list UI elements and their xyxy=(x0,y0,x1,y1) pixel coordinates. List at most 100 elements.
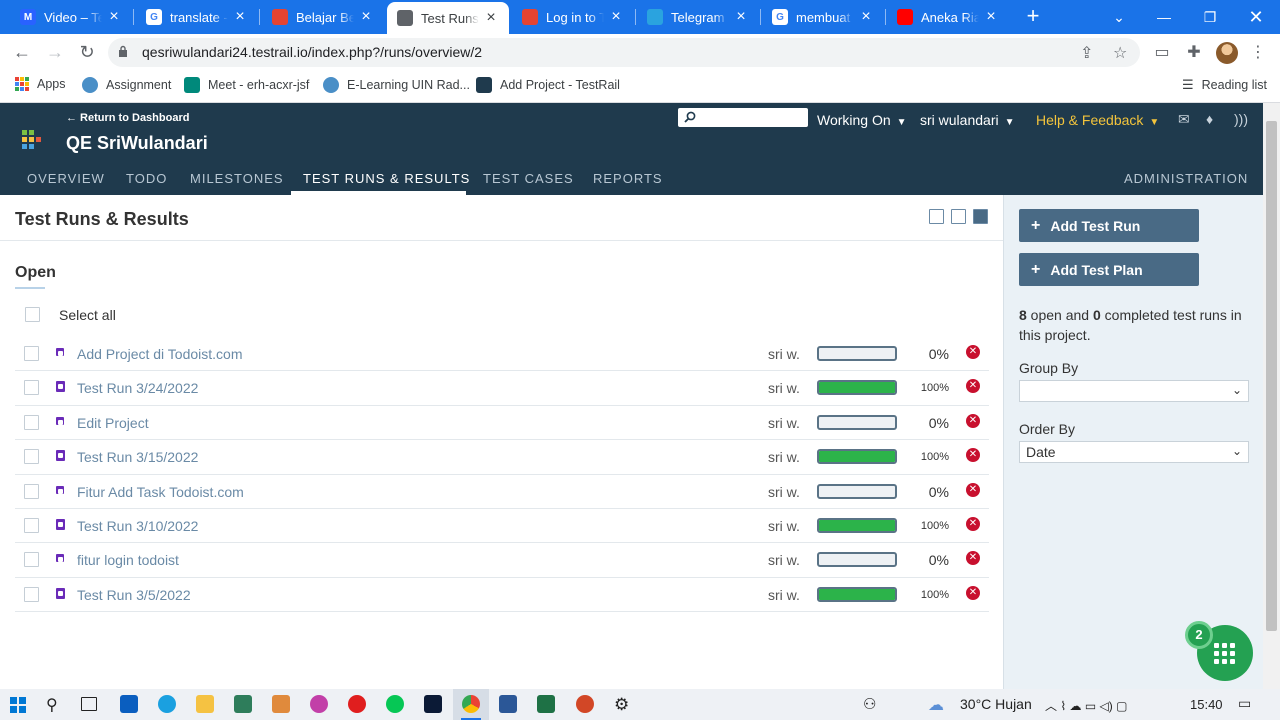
excel-icon[interactable] xyxy=(537,695,555,713)
browser-tab[interactable]: Gmembuat null× xyxy=(762,0,884,34)
tab-overview[interactable]: OVERVIEW xyxy=(27,171,105,186)
notifications-icon[interactable]: ▭ xyxy=(1238,695,1256,713)
browser-tab[interactable]: Log in to Todoist× xyxy=(512,0,634,34)
compact-view-icon[interactable] xyxy=(929,209,944,224)
add-test-run-button[interactable]: + Add Test Run xyxy=(1019,209,1199,242)
new-tab-button[interactable]: + xyxy=(1021,5,1045,29)
bookmark-testrail[interactable]: Add Project - TestRail xyxy=(476,77,620,93)
row-checkbox[interactable] xyxy=(24,346,39,361)
people-icon[interactable]: ⚇ xyxy=(863,695,881,713)
bookmark-assignment[interactable]: Assignment xyxy=(82,77,171,93)
scrollbar-thumb[interactable] xyxy=(1266,121,1277,631)
bookmark-elearning[interactable]: E-Learning UIN Rad... xyxy=(323,77,470,93)
settings-gear-icon[interactable]: ⚙ xyxy=(614,695,632,714)
word-icon[interactable] xyxy=(499,695,517,713)
help-feedback-menu[interactable]: Help & Feedback ▼ xyxy=(1036,112,1159,128)
test-run-name-link[interactable]: Test Run 3/10/2022 xyxy=(77,518,198,534)
reading-list[interactable]: ☰ Reading list xyxy=(1182,77,1267,93)
user-menu[interactable]: sri wulandari ▼ xyxy=(920,112,1015,128)
test-run-name-link[interactable]: Edit Project xyxy=(77,415,149,431)
line-icon[interactable] xyxy=(386,695,404,713)
close-tab-icon[interactable]: × xyxy=(483,9,499,27)
delete-icon[interactable]: ✕ xyxy=(966,516,980,531)
close-window-button[interactable]: ✕ xyxy=(1233,0,1279,34)
close-tab-icon[interactable]: × xyxy=(106,8,122,26)
puzzle-icon[interactable]: ✚ xyxy=(1184,42,1204,62)
search-icon[interactable]: ⚲ xyxy=(46,695,64,714)
opera-icon[interactable] xyxy=(348,695,366,713)
test-run-name-link[interactable]: Test Run 3/24/2022 xyxy=(77,380,198,396)
url-text[interactable]: qesriwulandari24.testrail.io/index.php?/… xyxy=(142,44,482,60)
add-test-plan-button[interactable]: + Add Test Plan xyxy=(1019,253,1199,286)
row-checkbox[interactable] xyxy=(24,449,39,465)
weather-text[interactable]: 30°C Hujan xyxy=(960,696,1032,712)
test-run-name-link[interactable]: fitur login todoist xyxy=(77,552,179,568)
test-run-name-link[interactable]: Test Run 3/5/2022 xyxy=(77,587,191,603)
browser-tab[interactable]: Telegram × xyxy=(637,0,759,34)
mail-icon[interactable]: ✉ xyxy=(1178,111,1196,127)
share-icon[interactable]: ⇪ xyxy=(1080,43,1093,63)
app-icon[interactable] xyxy=(234,695,252,713)
tab-test-runs-results[interactable]: TEST RUNS & RESULTS xyxy=(303,171,470,186)
close-tab-icon[interactable]: × xyxy=(232,8,248,26)
delete-icon[interactable]: ✕ xyxy=(966,585,980,600)
tab-search-icon[interactable]: ⌄ xyxy=(1096,0,1142,34)
browser-tab[interactable]: Aneka Riasan× xyxy=(887,0,1009,34)
close-tab-icon[interactable]: × xyxy=(983,8,999,26)
profile-avatar[interactable] xyxy=(1216,42,1238,64)
extension-icon[interactable]: ▭ xyxy=(1152,42,1172,62)
details-view-icon[interactable] xyxy=(951,209,966,224)
working-on-menu[interactable]: Working On ▼ xyxy=(817,112,907,128)
file-explorer-icon[interactable] xyxy=(196,695,214,713)
rss-icon[interactable]: ))) xyxy=(1234,111,1252,127)
close-tab-icon[interactable]: × xyxy=(733,8,749,26)
system-tray-icons[interactable]: ︿ ⌇ ☁ ▭ ◁) ▢ xyxy=(1045,697,1127,714)
bookmark-star-icon[interactable]: ☆ xyxy=(1113,43,1127,63)
test-run-name-link[interactable]: Test Run 3/15/2022 xyxy=(77,449,198,465)
chrome-icon[interactable] xyxy=(462,695,480,713)
mail-app-icon[interactable] xyxy=(120,695,138,713)
minimize-button[interactable]: — xyxy=(1141,0,1187,34)
row-checkbox[interactable] xyxy=(24,517,39,533)
delete-icon[interactable]: ✕ xyxy=(966,413,980,428)
select-all-checkbox[interactable] xyxy=(25,307,40,322)
delete-icon[interactable]: ✕ xyxy=(966,448,980,463)
page-scrollbar[interactable] xyxy=(1263,103,1280,689)
tab-test-cases[interactable]: TEST CASES xyxy=(483,171,574,186)
tab-todo[interactable]: TODO xyxy=(126,171,167,186)
tab-administration[interactable]: ADMINISTRATION xyxy=(1124,171,1248,186)
row-checkbox[interactable] xyxy=(24,586,39,602)
edge-icon[interactable] xyxy=(158,695,176,713)
browser-tab[interactable]: Gtranslate - Penelusuran× xyxy=(136,0,258,34)
restore-button[interactable]: ❐ xyxy=(1187,0,1233,34)
browser-tab[interactable]: M Video – Test× xyxy=(10,0,132,34)
app-icon[interactable] xyxy=(272,695,290,713)
close-tab-icon[interactable]: × xyxy=(358,8,374,26)
row-checkbox[interactable] xyxy=(24,414,39,430)
delete-icon[interactable]: ✕ xyxy=(966,551,980,566)
row-checkbox[interactable] xyxy=(24,483,39,499)
tab-milestones[interactable]: MILESTONES xyxy=(190,171,284,186)
back-icon[interactable]: ← xyxy=(10,41,34,65)
delete-icon[interactable]: ✕ xyxy=(966,482,980,497)
close-tab-icon[interactable]: × xyxy=(608,8,624,26)
delete-icon[interactable]: ✕ xyxy=(966,379,980,394)
row-checkbox[interactable] xyxy=(24,380,39,396)
bookmark-meet[interactable]: Meet - erh-acxr-jsf xyxy=(184,77,309,93)
test-run-name-link[interactable]: Add Project di Todoist.com xyxy=(77,346,243,362)
powerpoint-icon[interactable] xyxy=(576,695,594,713)
row-checkbox[interactable] xyxy=(24,552,39,568)
testrail-logo-icon[interactable] xyxy=(22,130,42,152)
group-by-select[interactable]: ⌄ xyxy=(1019,380,1249,402)
photoshop-icon[interactable] xyxy=(424,695,442,713)
menu-dots-icon[interactable]: ⋮ xyxy=(1248,42,1268,62)
weather-cloud-icon[interactable]: ☁ xyxy=(928,695,946,714)
return-to-dashboard-link[interactable]: ← Return to Dashboard xyxy=(66,112,189,124)
notification-badge[interactable]: 2 xyxy=(1185,621,1213,649)
bookmark-apps[interactable]: Apps xyxy=(15,77,66,91)
browser-tab[interactable]: Belajar Bersama× xyxy=(262,0,384,34)
forward-icon[interactable]: → xyxy=(43,41,67,65)
order-by-select[interactable]: Date ⌄ xyxy=(1019,441,1249,463)
delete-icon[interactable]: ✕ xyxy=(966,345,980,359)
close-tab-icon[interactable]: × xyxy=(858,8,874,26)
